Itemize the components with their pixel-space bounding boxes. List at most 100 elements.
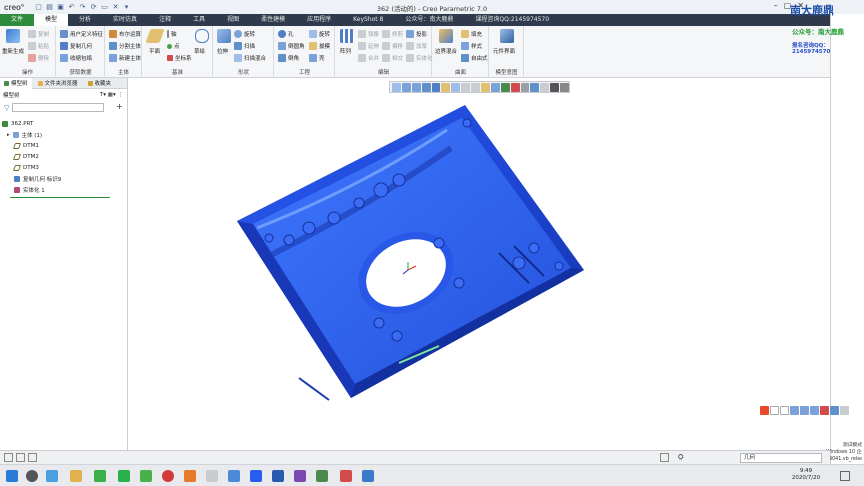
- tab-keyshot[interactable]: KeyShot 8: [342, 14, 394, 26]
- save-icon[interactable]: ▣: [56, 3, 65, 12]
- fill-button[interactable]: 填充: [461, 30, 482, 38]
- tree-item-copy-geometry[interactable]: 复制几何 标识9: [2, 173, 126, 184]
- navigator-icon[interactable]: [4, 453, 13, 462]
- sketch-label[interactable]: 草绘: [194, 47, 205, 55]
- selection-filter-dropdown[interactable]: 几何: [740, 453, 822, 463]
- extrude-icon[interactable]: [217, 29, 231, 43]
- solidify-button[interactable]: 实体化: [406, 54, 433, 62]
- split-body-button[interactable]: 分割主体: [109, 42, 141, 50]
- tab-model-tree[interactable]: 模型树: [0, 77, 32, 89]
- paste-button[interactable]: 粘贴: [28, 42, 49, 50]
- component-interface-label[interactable]: 元件界面: [493, 47, 515, 55]
- wechat-icon[interactable]: [94, 470, 106, 482]
- project-button[interactable]: 投影: [406, 30, 427, 38]
- netease-music-icon[interactable]: [162, 470, 174, 482]
- tree-item-dtm3[interactable]: DTM3: [2, 162, 126, 173]
- round-button[interactable]: 倒圆角: [278, 42, 305, 50]
- green-app-icon[interactable]: [140, 470, 152, 482]
- eng-revolve-button[interactable]: 旋转: [309, 30, 330, 38]
- tab-annotate[interactable]: 注释: [148, 14, 182, 26]
- browser-toggle-icon[interactable]: [16, 453, 25, 462]
- boundary-blend-icon[interactable]: [439, 29, 453, 43]
- ime-skin-icon[interactable]: [820, 406, 829, 415]
- cortana-icon[interactable]: [26, 470, 38, 482]
- orange-app-icon[interactable]: [184, 470, 196, 482]
- ime-emoji-icon[interactable]: [790, 406, 799, 415]
- style-button[interactable]: 样式: [461, 42, 482, 50]
- notification-icon[interactable]: [840, 471, 850, 481]
- trim-button[interactable]: 修剪: [382, 30, 403, 38]
- expand-icon[interactable]: ▸: [7, 132, 10, 138]
- tab-tools[interactable]: 工具: [182, 14, 216, 26]
- undo-icon[interactable]: ↶: [67, 3, 76, 12]
- tab-view[interactable]: 视图: [216, 14, 250, 26]
- delete-button[interactable]: 删除: [28, 54, 49, 62]
- tab-qq-promo[interactable]: 课程咨询QQ:2145974570: [464, 14, 560, 26]
- tab-analysis[interactable]: 分析: [68, 14, 102, 26]
- redo-icon[interactable]: ↷: [78, 3, 87, 12]
- axis-button[interactable]: 轴: [167, 30, 177, 38]
- red-app-icon[interactable]: [340, 470, 352, 482]
- taskbar-clock[interactable]: 9:49 2020/7/20: [786, 468, 826, 482]
- offset-button[interactable]: 偏移: [382, 42, 403, 50]
- minimize-icon[interactable]: –: [774, 1, 778, 10]
- intersect-button[interactable]: 相交: [382, 54, 403, 62]
- ime-menu-icon[interactable]: [840, 406, 849, 415]
- copy-button[interactable]: 复制: [28, 30, 49, 38]
- close-window-icon[interactable]: ✕: [111, 3, 120, 12]
- udf-button[interactable]: 用户定义特征: [60, 30, 103, 38]
- message-area-icon[interactable]: [660, 453, 669, 462]
- component-interface-icon[interactable]: [500, 29, 514, 43]
- tree-item-dtm1[interactable]: DTM1: [2, 140, 126, 151]
- tree-search-input[interactable]: [12, 103, 104, 112]
- tree-settings-icons[interactable]: T▾ ▦▾ ⋮: [100, 92, 123, 98]
- ime-chinese-icon[interactable]: [770, 406, 779, 415]
- regenerate-label[interactable]: 重新生成: [2, 47, 24, 55]
- tree-item-solidify[interactable]: 实体化 1: [2, 184, 126, 195]
- shrinkwrap-button[interactable]: 收缩包络: [60, 54, 92, 62]
- copy-geometry-button[interactable]: 复制几何: [60, 42, 92, 50]
- wechat-work-icon[interactable]: [118, 470, 130, 482]
- ime-keyboard-icon[interactable]: [810, 406, 819, 415]
- tree-item-part[interactable]: 362.PRT: [2, 118, 126, 129]
- insert-indicator[interactable]: [10, 197, 110, 198]
- tab-wechat-promo[interactable]: 公众号：南大鹿鼎: [394, 14, 464, 26]
- explorer-window-icon[interactable]: [206, 470, 218, 482]
- mirror-button[interactable]: 镜像: [358, 30, 379, 38]
- sketch-icon[interactable]: [195, 29, 209, 43]
- extrude-label[interactable]: 拉伸: [217, 47, 228, 55]
- revolve-button[interactable]: 旋转: [234, 30, 255, 38]
- ime-logo-icon[interactable]: [760, 406, 769, 415]
- full-screen-icon[interactable]: [28, 453, 37, 462]
- tree-item-dtm2[interactable]: DTM2: [2, 151, 126, 162]
- sweep-button[interactable]: 扫描: [234, 42, 255, 50]
- customize-icon[interactable]: ▾: [122, 3, 131, 12]
- pattern-label[interactable]: 阵列: [340, 47, 351, 55]
- thicken-button[interactable]: 加厚: [406, 42, 427, 50]
- csys-button[interactable]: 坐标系: [167, 54, 192, 62]
- plane-label[interactable]: 平面: [149, 47, 160, 55]
- new-body-button[interactable]: 新建主体: [109, 54, 141, 62]
- ime-tools-icon[interactable]: [830, 406, 839, 415]
- plane-icon[interactable]: [145, 29, 165, 43]
- open-icon[interactable]: ▤: [45, 3, 54, 12]
- hole-button[interactable]: 孔: [278, 30, 294, 38]
- tab-folder-browser[interactable]: 文件夹浏览器: [34, 79, 82, 87]
- regenerate-icon[interactable]: ⟳: [89, 3, 98, 12]
- part-model[interactable]: [129, 78, 830, 450]
- tab-favorites[interactable]: 收藏夹: [84, 79, 116, 87]
- freeform-button[interactable]: 自由式: [461, 54, 488, 62]
- extend-button[interactable]: 延伸: [358, 42, 379, 50]
- edge-icon[interactable]: [46, 470, 58, 482]
- shell-button[interactable]: 壳: [309, 54, 325, 62]
- tab-file[interactable]: 文件: [0, 14, 35, 26]
- start-icon[interactable]: [6, 470, 18, 482]
- tab-model[interactable]: 模型: [34, 14, 69, 26]
- merge-button[interactable]: 合并: [358, 54, 379, 62]
- browser-icon[interactable]: [228, 470, 240, 482]
- green-tool-icon[interactable]: [316, 470, 328, 482]
- point-button[interactable]: 点: [167, 42, 180, 50]
- blue-app-icon[interactable]: [362, 470, 374, 482]
- new-icon[interactable]: ▢: [34, 3, 43, 12]
- windows-icon[interactable]: ▭: [100, 3, 109, 12]
